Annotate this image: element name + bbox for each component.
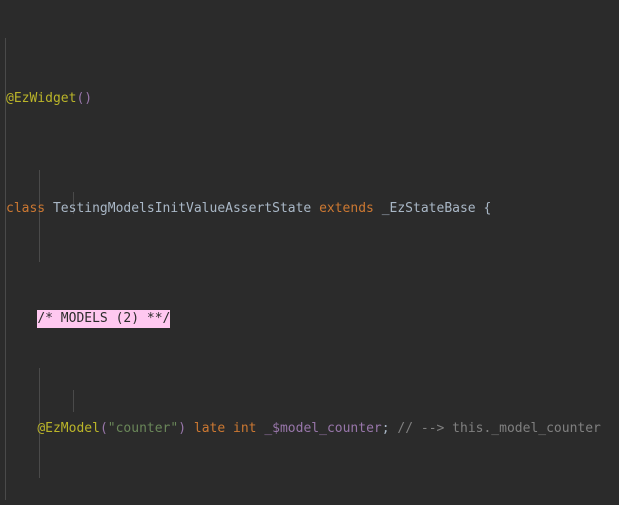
annotation-ezwidget: @EzWidget	[6, 91, 77, 106]
keyword-class: class	[6, 201, 46, 216]
section-banner-models: /* MODELS (2) **/	[37, 310, 171, 328]
annotation-ezmodel: @EzModel	[37, 421, 100, 436]
paren-open: (	[99, 421, 108, 436]
code-line-1[interactable]: @EzWidget()	[0, 88, 619, 110]
code-editor[interactable]: @EzWidget() class TestingModelsInitValue…	[0, 0, 619, 505]
inline-comment: // --> this._model_counter	[397, 421, 601, 436]
code-line-3[interactable]: /* MODELS (2) **/	[0, 308, 619, 330]
keyword-int: int	[233, 421, 257, 436]
class-name: TestingModelsInitValueAssertState	[52, 201, 312, 216]
paren-close: )	[178, 421, 187, 436]
code-content[interactable]: @EzWidget() class TestingModelsInitValue…	[0, 0, 619, 505]
code-line-4[interactable]: @EzModel("counter") late int _$model_cou…	[0, 418, 619, 440]
class-open-brace: {	[483, 201, 492, 216]
ezwidget-parens: ()	[76, 91, 93, 106]
super-class-name: _EzStateBase	[381, 201, 476, 216]
keyword-extends: extends	[319, 201, 374, 216]
model-key-string: "counter"	[107, 421, 179, 436]
code-line-2[interactable]: class TestingModelsInitValueAssertState …	[0, 198, 619, 220]
field-model-counter: _$model_counter	[264, 421, 382, 436]
semicolon: ;	[381, 421, 390, 436]
keyword-late: late	[193, 421, 226, 436]
